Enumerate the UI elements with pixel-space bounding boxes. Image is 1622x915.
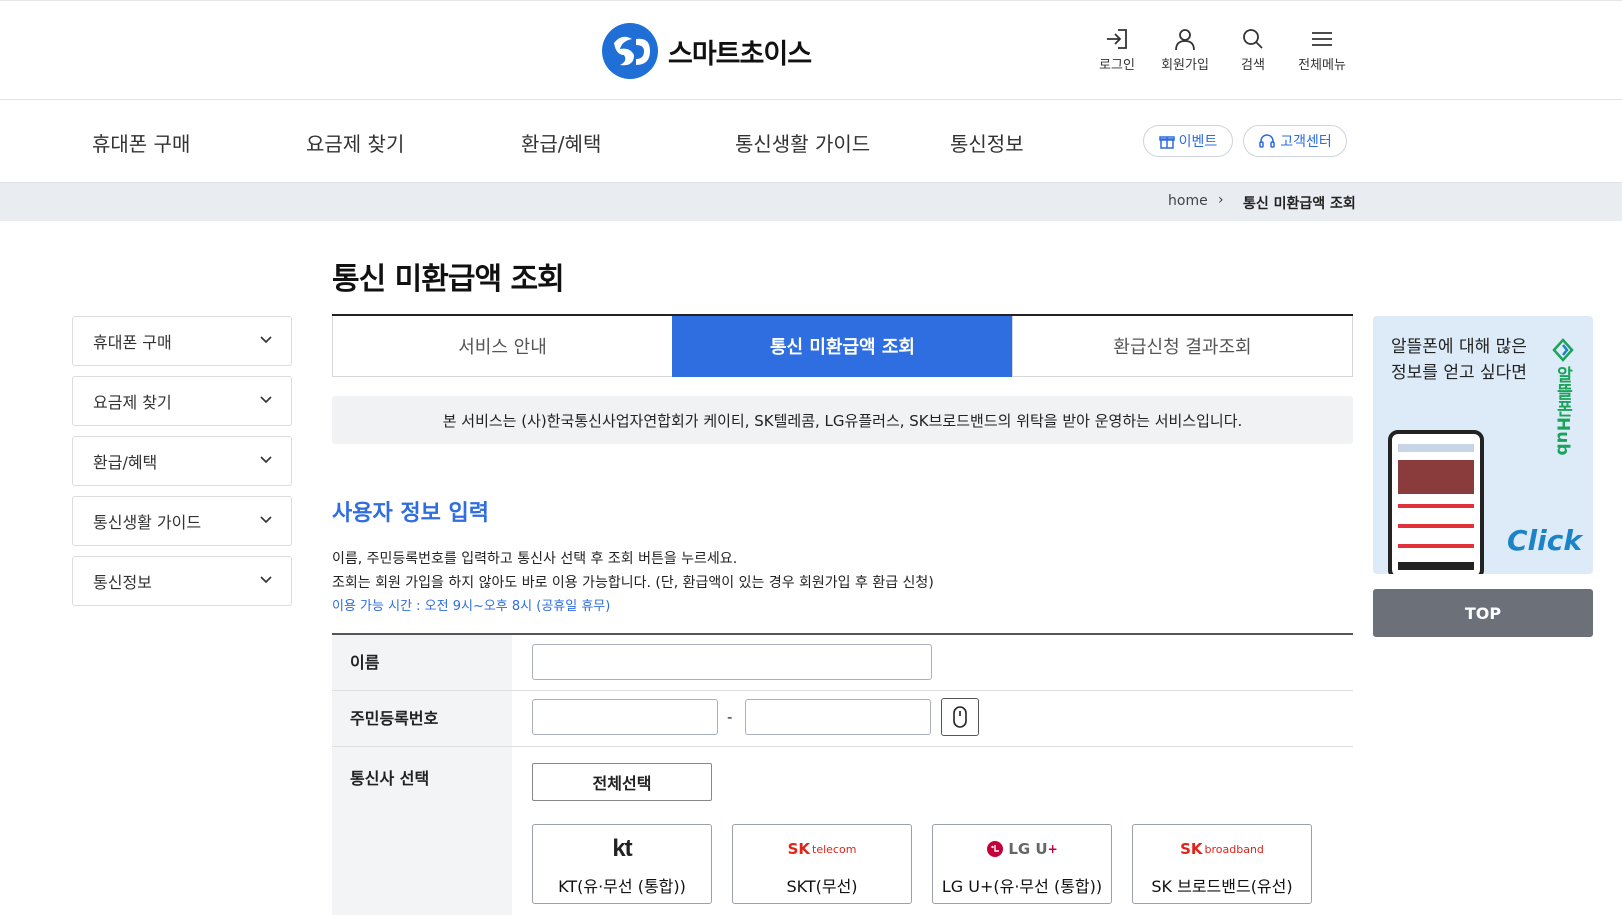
- skb-logo: SK broadband: [1133, 837, 1311, 861]
- login-button[interactable]: 로그인: [1082, 27, 1152, 73]
- name-input[interactable]: [532, 644, 932, 680]
- tab-service-guide[interactable]: 서비스 안내: [332, 316, 672, 377]
- sidebar-item-info[interactable]: 통신정보: [72, 556, 292, 606]
- mvno-hub-logo: 알뜰폰Hub: [1548, 338, 1578, 468]
- signup-button[interactable]: 회원가입: [1150, 27, 1220, 73]
- kt-logo: kt: [533, 835, 711, 862]
- carrier-skb-option[interactable]: SK broadband SK 브로드밴드(유선): [1132, 824, 1312, 904]
- breadcrumb-current: 통신 미환급액 조회: [1243, 196, 1356, 212]
- login-label: 로그인: [1099, 58, 1135, 73]
- rrn-label: 주민등록번호: [332, 691, 512, 746]
- skt-logo-sub: telecom: [812, 842, 857, 856]
- nav-refund[interactable]: 환급/혜택: [521, 128, 601, 157]
- user-info-form: 이름 주민등록번호 - 통신사 선택 전체선택 kt KT(유·무선 (통합))…: [332, 633, 1353, 915]
- all-menu-button[interactable]: 전체메뉴: [1287, 27, 1357, 73]
- tab-refund-lookup[interactable]: 통신 미환급액 조회: [672, 316, 1012, 377]
- guide-text: 이름, 주민등록번호를 입력하고 통신사 선택 후 조회 버튼을 누르세요.: [332, 551, 738, 567]
- sidebar-item-label: 요금제 찾기: [93, 393, 172, 412]
- carrier-lgu-option[interactable]: LG U + LG U+(유·무선 (통합)): [932, 824, 1112, 904]
- rrn-separator: -: [727, 708, 733, 726]
- nav-phone-purchase[interactable]: 휴대폰 구매: [92, 128, 190, 157]
- sidebar-item-label: 통신생활 가이드: [93, 513, 202, 532]
- hub-logo-icon: [1552, 338, 1574, 362]
- support-button[interactable]: 고객센터: [1243, 125, 1347, 157]
- kt-logo-text: kt: [612, 835, 632, 862]
- guide-text: 조회는 회원 가입을 하지 않아도 바로 이용 가능합니다. (단, 환급액이 …: [332, 575, 934, 591]
- lgu-logo: LG U +: [933, 837, 1111, 861]
- search-icon: [1243, 29, 1263, 49]
- carrier-kt-label: KT(유·무선 (통합)): [558, 877, 686, 896]
- sidebar-item-refund[interactable]: 환급/혜택: [72, 436, 292, 486]
- signup-label: 회원가입: [1161, 58, 1209, 73]
- support-label: 고객센터: [1280, 134, 1332, 150]
- search-button[interactable]: 검색: [1218, 27, 1288, 73]
- skb-logo-main: SK: [1180, 840, 1203, 858]
- chevron-down-icon: [260, 576, 272, 584]
- menu-icon: [1312, 32, 1332, 46]
- user-icon: [1175, 29, 1195, 51]
- brand-name: 스마트초이스: [668, 38, 812, 70]
- phone-illustration: [1388, 430, 1484, 574]
- headset-icon: [1259, 134, 1275, 148]
- sidebar-item-label: 휴대폰 구매: [93, 333, 172, 352]
- logo-mark-icon: [602, 23, 658, 79]
- sidebar-item-plan-search[interactable]: 요금제 찾기: [72, 376, 292, 426]
- service-notice: 본 서비스는 (사)한국통신사업자연합회가 케이티, SK텔레콤, LG유플러스…: [332, 396, 1353, 444]
- gift-icon: [1158, 136, 1175, 149]
- carrier-skt-option[interactable]: SK telecom SKT(무선): [732, 824, 912, 904]
- site-header: 스마트초이스 로그인 회원가입 검색 전체메뉴: [0, 0, 1622, 100]
- breadcrumb: home › 통신 미환급액 조회: [0, 182, 1622, 221]
- mouse-icon: [953, 706, 967, 728]
- search-label: 검색: [1241, 58, 1265, 73]
- scroll-top-button[interactable]: TOP: [1373, 589, 1593, 637]
- skt-logo: SK telecom: [733, 837, 911, 861]
- chevron-down-icon: [260, 516, 272, 524]
- site-logo[interactable]: 스마트초이스: [600, 21, 840, 81]
- main-nav: 휴대폰 구매 요금제 찾기 환급/혜택 통신생활 가이드 통신정보 이벤트 고객…: [0, 100, 1622, 182]
- tab-result-lookup[interactable]: 환급신청 결과조회: [1012, 316, 1353, 377]
- section-title: 사용자 정보 입력: [332, 501, 489, 526]
- lg-face-icon: [987, 841, 1004, 857]
- select-all-button[interactable]: 전체선택: [532, 763, 712, 801]
- sidebar-item-phone-purchase[interactable]: 휴대폰 구매: [72, 316, 292, 366]
- hub-logo-text: 알뜰폰Hub: [1552, 366, 1573, 456]
- carrier-label: 통신사 선택: [332, 747, 512, 915]
- lgu-logo-main: LG U: [1008, 840, 1048, 858]
- sidebar-item-guide[interactable]: 통신생활 가이드: [72, 496, 292, 546]
- skt-logo-main: SK: [787, 840, 811, 858]
- sidebar-item-label: 통신정보: [93, 573, 152, 592]
- carrier-skt-label: SKT(무선): [786, 877, 858, 896]
- name-label: 이름: [332, 635, 512, 690]
- lgu-logo-sup: +: [1047, 842, 1058, 856]
- service-hours-text: 이용 가능 시간 : 오전 9시~오후 8시 (공휴일 휴무): [332, 599, 611, 614]
- rrn-front-input[interactable]: [532, 699, 718, 735]
- carrier-skb-label: SK 브로드밴드(유선): [1151, 877, 1293, 896]
- rrn-back-input[interactable]: [745, 699, 931, 735]
- sidebar-item-label: 환급/혜택: [93, 453, 158, 472]
- carrier-lgu-label: LG U+(유·무선 (통합)): [941, 877, 1103, 896]
- breadcrumb-home[interactable]: home: [1168, 193, 1208, 209]
- event-button[interactable]: 이벤트: [1143, 125, 1233, 157]
- skb-logo-sub: broadband: [1204, 842, 1264, 856]
- mvno-hub-banner[interactable]: 알뜰폰에 대해 많은 정보를 얻고 싶다면 알뜰폰Hub Click: [1373, 316, 1593, 574]
- banner-cta: Click: [1507, 524, 1582, 557]
- page-title: 통신 미환급액 조회: [332, 262, 565, 297]
- chevron-right-icon: ›: [1218, 192, 1224, 208]
- chevron-down-icon: [260, 456, 272, 464]
- tab-bar: 서비스 안내 통신 미환급액 조회 환급신청 결과조회: [332, 314, 1353, 377]
- event-label: 이벤트: [1178, 134, 1218, 150]
- nav-info[interactable]: 통신정보: [950, 128, 1024, 157]
- nav-guide[interactable]: 통신생활 가이드: [735, 128, 870, 157]
- carrier-kt-option[interactable]: kt KT(유·무선 (통합)): [532, 824, 712, 904]
- nav-plan-search[interactable]: 요금제 찾기: [306, 128, 404, 157]
- keypad-button[interactable]: [941, 698, 979, 736]
- all-menu-label: 전체메뉴: [1298, 58, 1346, 73]
- banner-text: 알뜰폰에 대해 많은 정보를 얻고 싶다면: [1391, 337, 1527, 383]
- chevron-down-icon: [260, 336, 272, 344]
- login-icon: [1107, 29, 1127, 49]
- chevron-down-icon: [260, 396, 272, 404]
